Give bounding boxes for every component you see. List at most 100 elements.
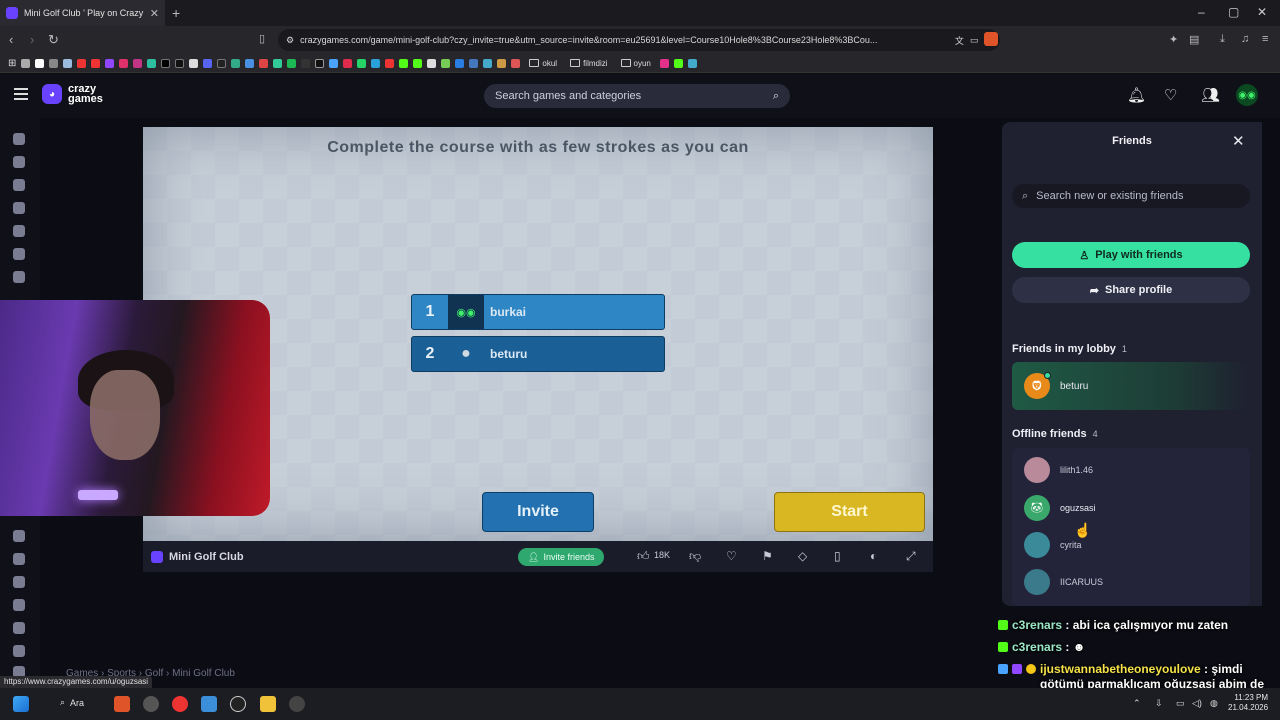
bookmark-icon[interactable]: [497, 58, 507, 68]
obs-icon[interactable]: [230, 696, 246, 712]
media-icon[interactable]: ♫: [1241, 33, 1249, 45]
bookmark-icon[interactable]: [455, 58, 465, 68]
bookmark-kick-icon[interactable]: [413, 58, 423, 68]
thumbs-down-icon[interactable]: 👎︎: [689, 549, 701, 564]
category-icon[interactable]: [13, 645, 25, 657]
category-icon[interactable]: [13, 530, 25, 542]
tray-icon[interactable]: ◍: [1210, 698, 1218, 709]
bookmark-icon[interactable]: [189, 58, 199, 68]
bookmark-icon[interactable]: [427, 58, 437, 68]
category-icon[interactable]: [13, 576, 25, 588]
translate-icon[interactable]: 文: [955, 34, 964, 47]
bookmark-icon[interactable]: [343, 58, 353, 68]
bookmark-icon[interactable]: [217, 58, 227, 68]
taskbar-clock[interactable]: 11:23 PM 21.04.2026: [1228, 693, 1268, 713]
report-icon[interactable]: ⚑: [762, 549, 773, 563]
bookmark-icon[interactable]: [301, 58, 311, 68]
play-with-friends-button[interactable]: ♙ Play with friends: [1012, 242, 1250, 268]
trending-icon[interactable]: [13, 202, 25, 214]
invite-friends-button[interactable]: 👤︎ Invite friends: [518, 548, 605, 566]
window-close-icon[interactable]: ✕: [1257, 5, 1267, 19]
updated-icon[interactable]: [13, 225, 25, 237]
bookmark-icon[interactable]: [63, 58, 73, 68]
bookmark-icon[interactable]: [687, 58, 697, 68]
app-icon[interactable]: [289, 696, 305, 712]
file-explorer-icon[interactable]: [260, 696, 276, 712]
bookmark-whatsapp-icon[interactable]: [357, 58, 367, 68]
site-info-icon[interactable]: ⚙: [286, 35, 294, 46]
originals-icon[interactable]: [13, 248, 25, 260]
offline-friend-item[interactable]: cyrita: [1024, 531, 1082, 559]
tray-icon[interactable]: ⇩: [1155, 698, 1163, 709]
game-start-button[interactable]: Start: [774, 492, 925, 532]
bookmark-kick-icon[interactable]: [399, 58, 409, 68]
bookmark-google-icon[interactable]: [35, 58, 45, 68]
category-icon[interactable]: [13, 553, 25, 565]
user-avatar[interactable]: ◉◉: [1236, 84, 1258, 106]
bookmark-telegram-icon[interactable]: [371, 58, 381, 68]
media-player-icon[interactable]: [172, 696, 188, 712]
bookmark-icon[interactable]: [329, 58, 339, 68]
cast-icon[interactable]: ▭: [970, 35, 979, 46]
hamburger-menu-icon[interactable]: [14, 88, 28, 103]
close-icon[interactable]: ✕: [1232, 132, 1245, 150]
downloads-icon[interactable]: ⤓: [1220, 33, 1225, 46]
recent-icon[interactable]: [13, 156, 25, 168]
sidebar-icon[interactable]: ▤: [1189, 33, 1199, 46]
extensions-icon[interactable]: ✦: [1169, 33, 1178, 46]
category-icon[interactable]: [13, 599, 25, 611]
bookmark-youtube-icon[interactable]: [91, 58, 101, 68]
reload-icon[interactable]: ↻: [48, 32, 59, 48]
bookmark-icon[interactable]: [119, 58, 129, 68]
bookmark-kick-icon[interactable]: [673, 58, 683, 68]
apps-icon[interactable]: ⊞: [8, 58, 16, 69]
crazygames-logo[interactable]: ◕ crazy games: [42, 84, 103, 105]
friends-icon[interactable]: 👥︎: [1201, 86, 1220, 104]
menu-icon[interactable]: ≡: [1262, 33, 1268, 45]
bookmark-icon[interactable]: ▯: [259, 32, 265, 45]
bookmark-icon[interactable]: [259, 58, 269, 68]
bookmark-icon[interactable]: [483, 58, 493, 68]
site-search-input[interactable]: Search games and categories ⌕: [484, 84, 790, 108]
bookmark-icon[interactable]: [441, 58, 451, 68]
bookmark-icon[interactable]: [469, 58, 479, 68]
bookmark-folder-oyun[interactable]: oyun: [617, 59, 655, 68]
offline-friend-item[interactable]: 🐼︎ oguzsasi: [1024, 494, 1096, 522]
bookmark-twitch-icon[interactable]: [105, 58, 115, 68]
bookmark-drive-icon[interactable]: [273, 58, 283, 68]
bookmark-spotify-icon[interactable]: [287, 58, 297, 68]
bookmark-icon[interactable]: [49, 58, 59, 68]
brave-browser-icon[interactable]: [114, 696, 130, 712]
bookmark-x-icon[interactable]: [161, 58, 171, 68]
bookmark-folder-filmdizi[interactable]: filmdizi: [566, 59, 611, 68]
offline-friend-item[interactable]: IICARUUS: [1024, 568, 1103, 596]
network-icon[interactable]: ▭: [1176, 698, 1185, 709]
new-icon[interactable]: [13, 179, 25, 191]
bookmark-history-icon[interactable]: [21, 58, 31, 68]
category-icon[interactable]: [13, 622, 25, 634]
taskbar-search[interactable]: ⌕ Ara: [60, 697, 84, 708]
bookmark-icon[interactable]: [385, 58, 395, 68]
bookmark-icon[interactable]: [511, 58, 521, 68]
notifications-bell-icon[interactable]: 🔔︎: [1127, 86, 1146, 104]
lobby-friend-card[interactable]: 🦁︎ beturu: [1012, 362, 1250, 410]
bookmark-icon[interactable]: [659, 58, 669, 68]
offline-friend-item[interactable]: lilith1.46: [1024, 456, 1093, 484]
bookmark-tiktok-icon[interactable]: [175, 58, 185, 68]
volume-icon[interactable]: ◁): [1192, 698, 1202, 709]
back-icon[interactable]: ‹: [9, 32, 13, 47]
fullscreen-icon[interactable]: ⤢: [906, 549, 916, 564]
multiplayer-icon[interactable]: [13, 271, 25, 283]
restore-icon[interactable]: ▢: [1228, 5, 1239, 19]
bookmark-icon[interactable]: [231, 58, 241, 68]
embed-icon[interactable]: ◇: [798, 549, 807, 563]
share-profile-button[interactable]: ➦ Share profile: [1012, 277, 1250, 303]
app-icon[interactable]: [143, 696, 159, 712]
bookmark-folder-okul[interactable]: okul: [525, 59, 561, 68]
bookmark-icon[interactable]: [147, 58, 157, 68]
bookmark-discord-icon[interactable]: [203, 58, 213, 68]
favorite-heart-icon[interactable]: ♡: [726, 549, 737, 563]
new-tab-icon[interactable]: +: [172, 5, 180, 21]
bookmark-instagram-icon[interactable]: [133, 58, 143, 68]
tray-chevron-icon[interactable]: ⌃: [1133, 698, 1141, 709]
